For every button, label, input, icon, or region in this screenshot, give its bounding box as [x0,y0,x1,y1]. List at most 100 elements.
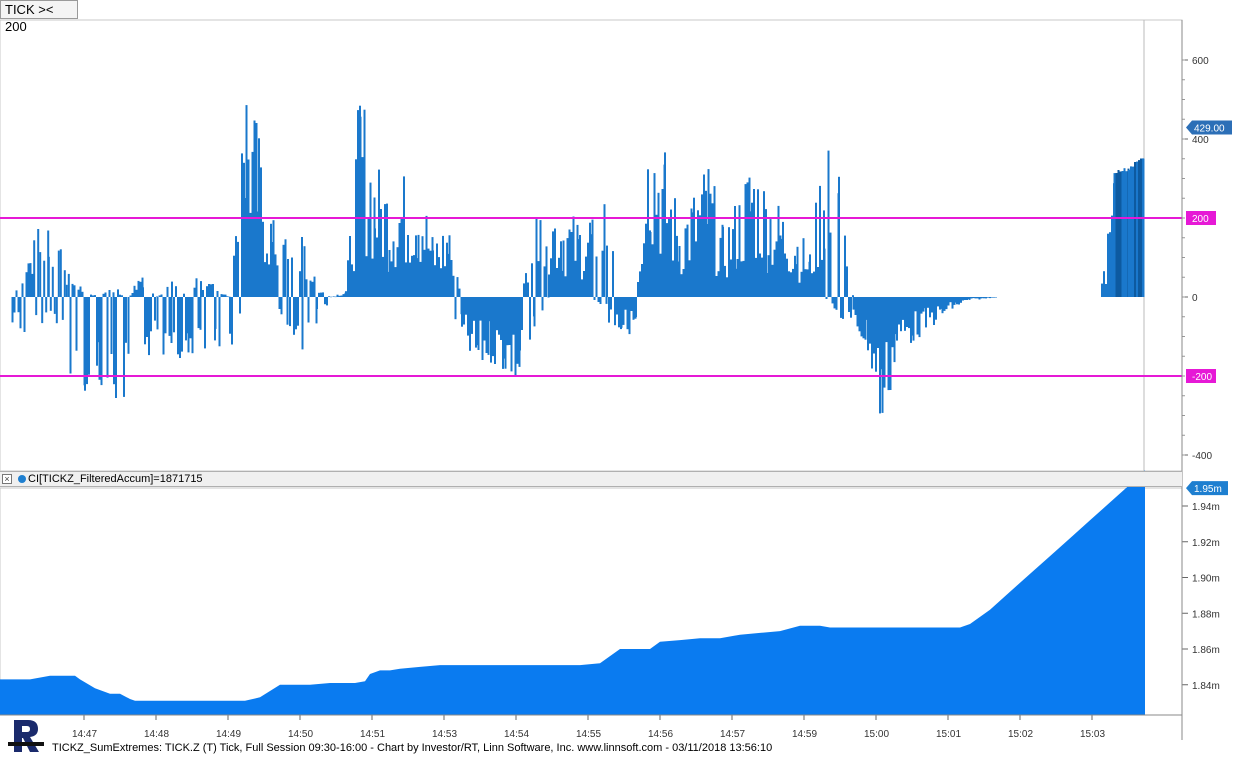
tick-bar [657,192,660,297]
tick-bar [564,276,567,297]
tick-bar [759,253,761,297]
x-tick-label: 15:00 [864,729,889,740]
tick-bar [226,296,229,297]
tick-bar [821,259,823,297]
tick-bar [653,173,656,297]
tick-bar [862,297,865,339]
tick-bar [224,294,227,297]
tick-bar [962,297,964,301]
tick-bar [769,219,772,297]
tick-bar [707,169,710,297]
tick-bar [367,217,370,297]
tick-bar [291,257,293,297]
tick-bar [661,189,664,297]
tick-bar [809,254,811,297]
tick-bar [751,202,753,297]
tick-bar [365,256,368,297]
tick-bar [956,297,958,305]
tick-bar [927,297,929,308]
tick-bar [253,120,256,297]
tick-bar [535,217,538,297]
tick-bar [601,250,604,297]
tick-bar [264,262,266,297]
tick-bar [351,264,353,297]
tick-bar [637,282,639,297]
tick-bar [284,239,287,297]
tick-bar [467,297,469,336]
tick-bar [144,297,146,345]
tick-bar [709,193,712,297]
tick-bar [817,267,819,297]
tick-bar [498,297,500,335]
tick-bar [359,116,362,297]
close-icon[interactable]: × [2,474,12,484]
tick-bar [688,260,691,297]
tick-bar [117,289,119,297]
tick-bar [790,272,792,297]
tick-bar [27,263,30,297]
upper-y-axis: 600 400 0 -400 [1182,56,1212,462]
tick-bar [813,271,815,297]
x-tick-label: 14:56 [648,729,673,740]
tick-bar [390,261,393,297]
tick-bar [1103,271,1105,297]
tick-bar [458,288,461,297]
tick-bar [877,297,879,348]
tick-bar [146,297,148,337]
tick-bar [910,297,913,336]
tick-bar [1130,166,1132,297]
tick-bar [440,268,442,297]
tick-bar [293,297,295,335]
tick-bar [935,297,937,320]
tick-bar [260,167,262,297]
tick-bar [98,297,101,380]
tick-bar [819,185,821,297]
tick-bar [881,297,884,413]
tick-bar [475,297,478,346]
tick-bar [411,255,413,297]
tick-bar [436,243,438,297]
y-tick-label: 1.84m [1192,681,1220,692]
tick-bar [740,261,743,297]
tick-bar [951,297,954,309]
tick-bar [156,296,158,297]
tick-bar [833,297,836,309]
tick-bar [171,281,173,297]
tick-bar [307,297,310,323]
tick-bar [421,236,424,297]
tick-bar [798,282,801,297]
tick-bar [616,297,618,315]
tick-bar [202,290,204,297]
tick-bar [119,294,121,297]
tick-bar [139,281,142,297]
tick-bar [123,297,125,397]
tick-bar [1128,170,1130,297]
tick-bar [510,297,513,372]
tick-bar [599,297,602,304]
tick-bar [991,297,993,298]
tick-bar [502,297,504,369]
tick-bar [429,250,432,297]
tick-bar [195,278,198,297]
tick-bar [92,295,94,297]
tick-bar [587,242,589,297]
tick-bar [989,297,991,299]
tick-bar [570,232,573,297]
tick-bar [1111,215,1113,297]
threshold-label: 200 [1192,214,1209,225]
chart-title-button[interactable]: TICK >< 200 [0,0,78,34]
y-tick-label: 600 [1192,56,1209,67]
tick-bar [773,249,776,297]
tick-bar [342,294,345,297]
tick-bar [937,297,939,307]
tick-bar [487,297,490,355]
tick-bar [558,257,560,297]
tick-bar [214,297,217,329]
tick-bar [939,297,942,309]
tick-bar [835,297,838,310]
tick-bar [554,228,556,297]
tick-bar [59,249,62,297]
tick-bar [282,244,285,297]
tick-bar [382,256,384,297]
tick-bar [278,297,281,309]
